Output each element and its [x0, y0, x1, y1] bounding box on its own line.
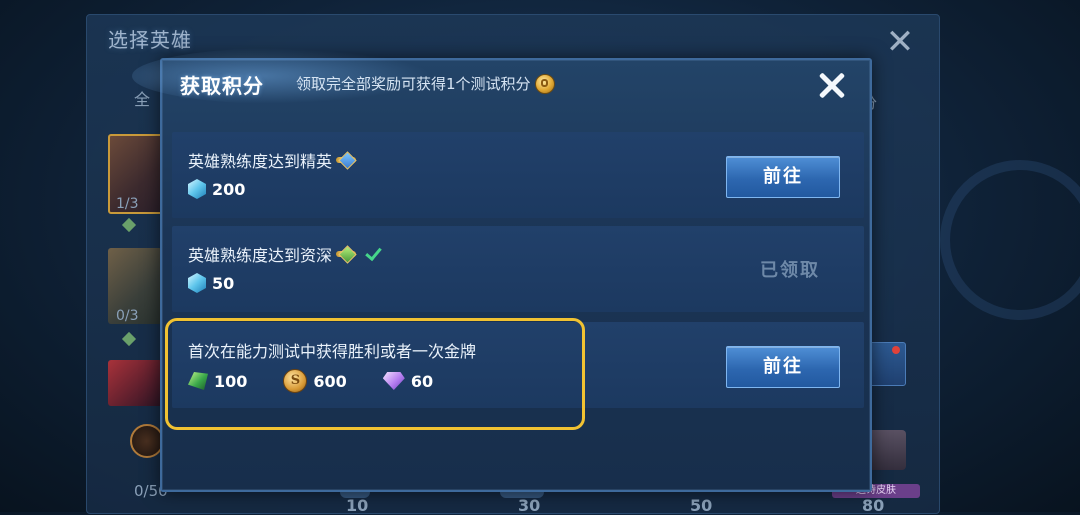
reward-value: 50: [212, 273, 235, 293]
task-rewards: 200: [188, 179, 281, 199]
reward-item: 50: [188, 273, 234, 293]
chest-icon[interactable]: [866, 430, 906, 470]
goto-button[interactable]: 前往: [726, 156, 840, 198]
hero-count: 0/3: [116, 308, 139, 324]
close-button[interactable]: [812, 66, 852, 106]
task-title: 英雄熟练度达到资深: [188, 242, 382, 266]
background-decoration: [940, 160, 1080, 320]
milestone-value: 50: [690, 496, 713, 515]
reward-value: 200: [212, 179, 246, 199]
task-title-text: 英雄熟练度达到精英: [188, 152, 333, 171]
milestone-value: 10: [346, 496, 369, 515]
modal-title: 获取积分: [180, 74, 264, 98]
crystal-icon: [188, 273, 206, 293]
check-icon: [364, 245, 382, 263]
goto-button[interactable]: 前往: [726, 346, 840, 388]
task-rewards: 50: [188, 273, 270, 293]
task-row: 英雄熟练度达到精英 200 前往: [172, 132, 864, 218]
modal-subtitle: 领取完全部奖励可获得1个测试积分: [296, 73, 555, 94]
milestone-value: 30: [518, 496, 541, 515]
claimed-label: 已领取: [760, 260, 820, 281]
milestone-value: 80: [862, 496, 885, 515]
background-tab[interactable]: 全: [134, 86, 150, 110]
notification-dot-icon: [892, 346, 900, 354]
task-title-text: 英雄熟练度达到资深: [188, 246, 333, 265]
hero-portrait[interactable]: [108, 360, 162, 406]
crystal-icon: [188, 179, 206, 199]
modal-subtitle-text: 领取完全部奖励可获得1个测试积分: [296, 75, 531, 93]
modal-header: 获取积分 领取完全部奖励可获得1个测试积分: [132, 48, 870, 112]
background-title: 选择英雄: [108, 28, 192, 52]
reward-round-icon: [130, 424, 164, 458]
reward-item: 200: [188, 179, 245, 199]
task-title: 英雄熟练度达到精英: [188, 148, 357, 172]
task-row: 英雄熟练度达到资深 50 已领取: [172, 226, 864, 312]
highlight-annotation: [165, 318, 585, 430]
test-point-coin-icon: [534, 73, 555, 94]
veteran-rank-icon: [336, 245, 357, 264]
hero-count: 1/3: [116, 196, 139, 212]
elite-rank-icon: [336, 151, 357, 170]
background-close-icon[interactable]: ✕: [882, 24, 918, 60]
